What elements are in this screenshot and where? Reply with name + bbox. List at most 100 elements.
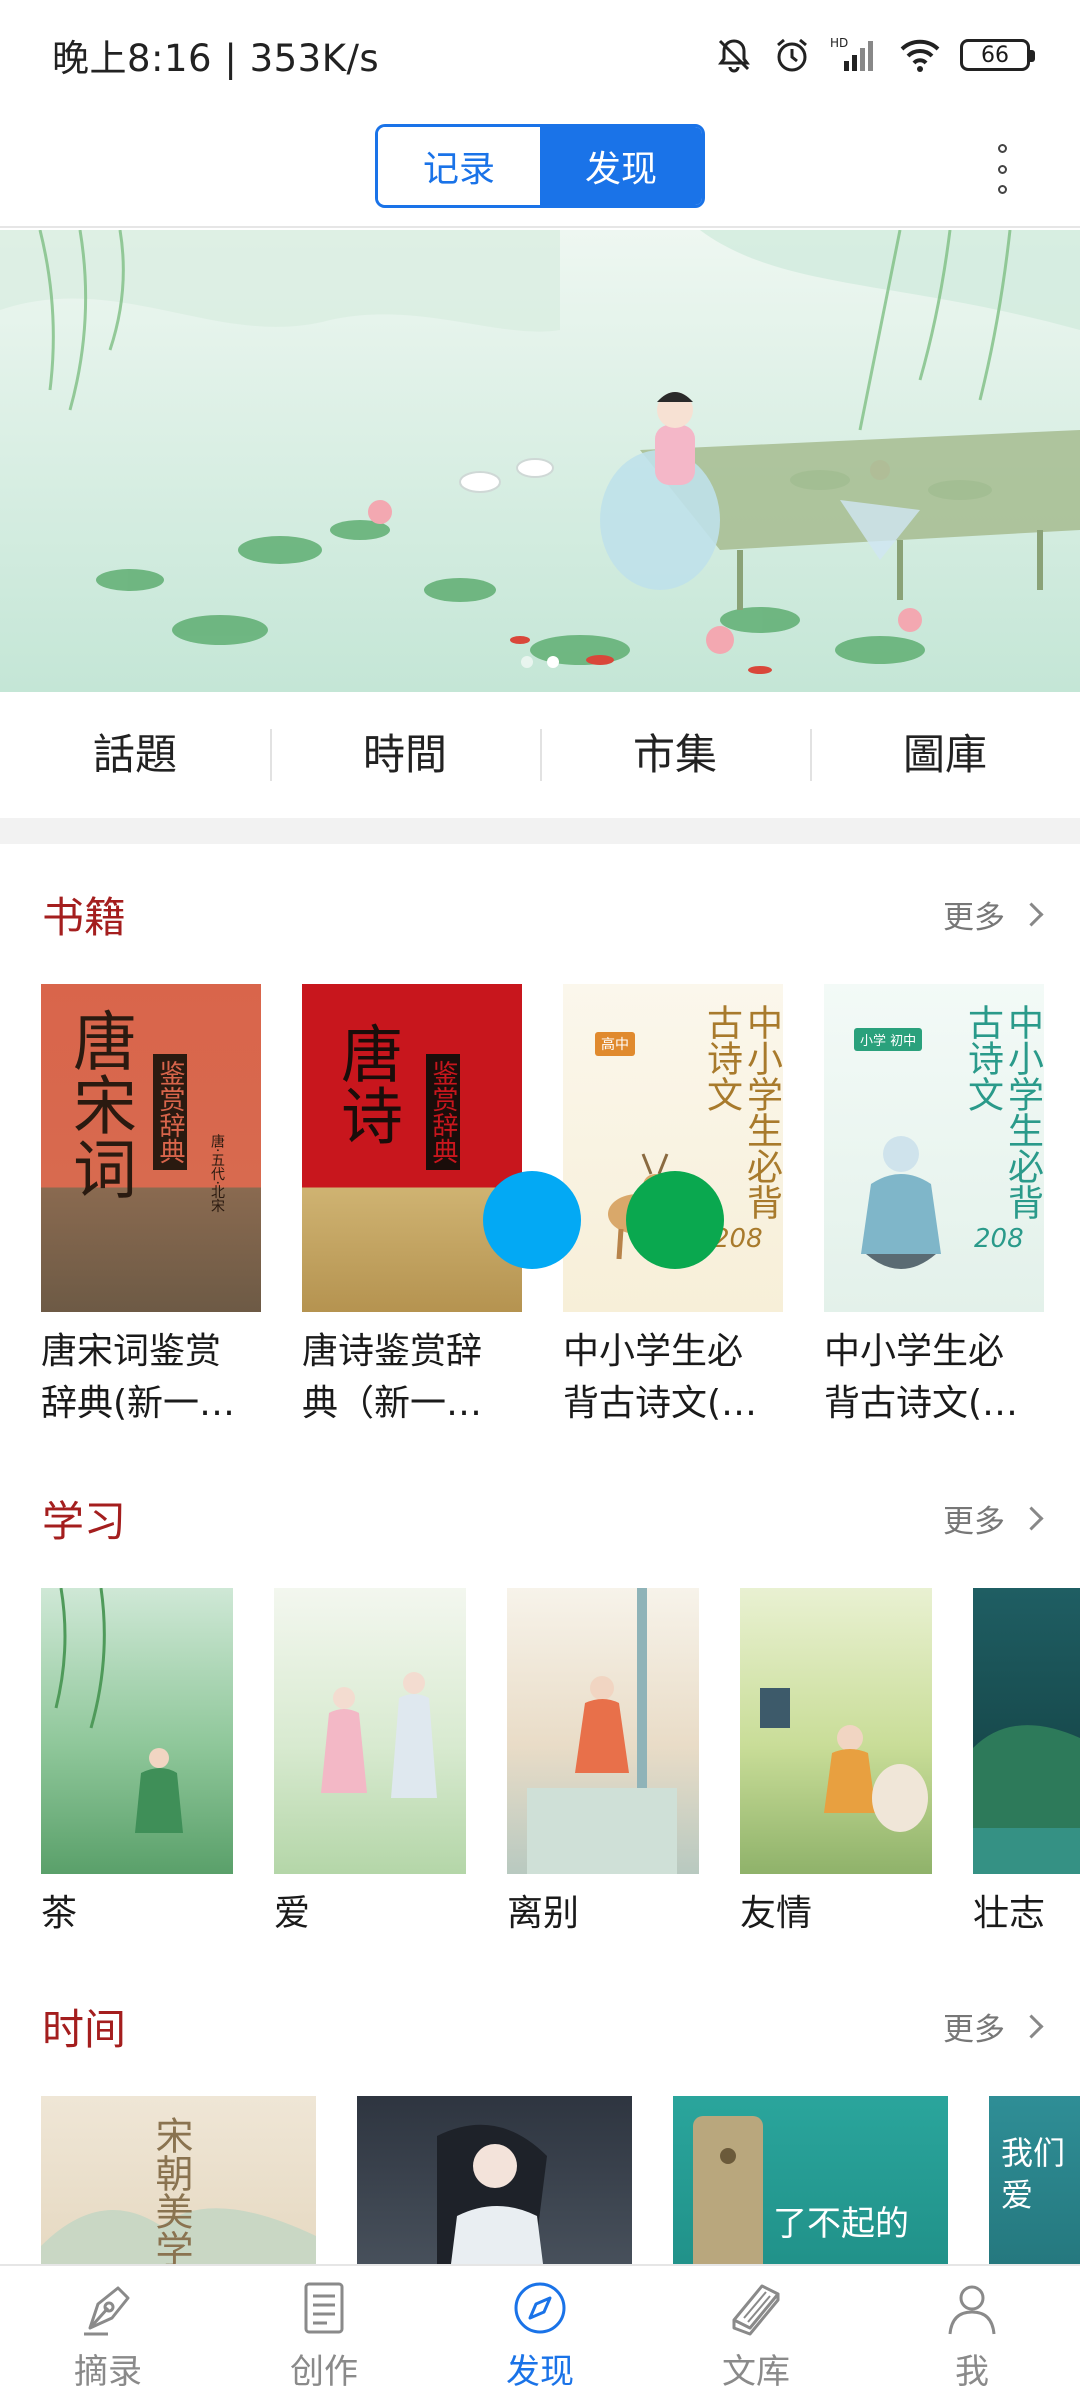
more-options-icon[interactable] [996, 144, 1008, 194]
nav-label: 创作 [290, 2352, 358, 2392]
banner-dot[interactable] [521, 656, 533, 668]
book-cover: 唐诗 鉴赏辞典 [302, 984, 522, 1312]
time-card[interactable]: 我们爱 [989, 2096, 1080, 2264]
cover-tag: 小学 初中 [854, 1028, 923, 1051]
study-title: 离别 [507, 1893, 580, 1934]
time-card[interactable] [357, 2096, 632, 2264]
time-cover: 了不起的 [673, 2096, 948, 2264]
study-card[interactable]: 壮志 [973, 1588, 1080, 1940]
study-cover [274, 1588, 466, 1874]
study-cover [973, 1588, 1080, 1874]
study-more-link[interactable]: 更多 [943, 1496, 1044, 1541]
study-cover [507, 1588, 699, 1874]
time-section-header: 时间 更多 [0, 1996, 1080, 2066]
category-time[interactable]: 時間 [270, 727, 540, 783]
time-more-label: 更多 [943, 2012, 1005, 2048]
book-title: 中小学生必 背古诗文(… [563, 1326, 783, 1430]
books-more-label: 更多 [943, 900, 1005, 936]
nav-library[interactable]: 文库 [648, 2266, 864, 2400]
compass-icon [510, 2278, 570, 2338]
nav-label: 摘录 [74, 2352, 142, 2392]
cover-title: 宋朝美学 [149, 2116, 193, 2264]
cover-title: 中小学生必背古诗文 [962, 1004, 1043, 1220]
study-card[interactable]: 爱 [274, 1588, 466, 1940]
chevron-right-icon [1019, 2014, 1044, 2039]
cover-title: 唐宋词 [62, 1008, 136, 1200]
time-card[interactable]: 宋朝美学 [41, 2096, 316, 2264]
study-title: 茶 [41, 1893, 78, 1934]
bottom-nav: 摘录 创作 发现 文库 我 [0, 2264, 1080, 2400]
study-card[interactable]: 茶 [41, 1588, 233, 1940]
alarm-icon [772, 35, 812, 75]
floating-blue-dot[interactable] [483, 1171, 581, 1269]
top-header: 记录 发现 [0, 110, 1080, 228]
study-title: 壮志 [973, 1893, 1046, 1934]
nav-me[interactable]: 我 [864, 2266, 1080, 2400]
pen-nib-icon [78, 2278, 138, 2338]
time-more-link[interactable]: 更多 [943, 2004, 1044, 2049]
record-discover-toggle: 记录 发现 [375, 124, 705, 208]
book-title: 唐宋词鉴赏 辞典(新一… [41, 1326, 261, 1430]
cover-title: 唐诗 [330, 1022, 403, 1146]
document-icon [294, 2278, 354, 2338]
time-cover: 宋朝美学 [41, 2096, 316, 2264]
study-more-label: 更多 [943, 1504, 1005, 1540]
couple-illustration [321, 1672, 437, 1798]
study-cover [41, 1588, 233, 1874]
status-icons: HD 66 [714, 35, 1035, 75]
banner-illustration [0, 230, 1080, 692]
category-gallery[interactable]: 圖庫 [810, 727, 1080, 783]
category-tabs: 話題 時間 市集 圖庫 [0, 692, 1080, 818]
tea-illustration [54, 1588, 183, 1833]
study-title: 爱 [274, 1893, 311, 1934]
book-cover: 唐宋词 鉴赏辞典 唐·五代·北宋 [41, 984, 261, 1312]
ancient-lady-illustration [437, 2124, 547, 2264]
tab-record[interactable]: 记录 [378, 127, 540, 205]
nav-label: 发现 [506, 2352, 574, 2392]
study-section-title: 学习 [42, 1497, 127, 1546]
mute-bell-icon [714, 35, 754, 75]
nav-label: 我 [955, 2352, 989, 2392]
cover-title: 了不起的 [773, 2204, 909, 2244]
books-section-title: 书籍 [42, 893, 127, 942]
category-topics[interactable]: 話題 [0, 727, 270, 783]
book-card[interactable]: 小学 初中 中小学生必背古诗文 208 中小学生必背古诗文(… [824, 984, 1044, 1430]
books-section-header: 书籍 更多 [0, 884, 1080, 954]
section-divider [0, 818, 1080, 844]
book-title-line: 中小学生必 [824, 1331, 1005, 1372]
cover-subtitle: 唐·五代·北宋 [209, 1134, 225, 1213]
study-card[interactable]: 友情 [740, 1588, 932, 1940]
books-icon [726, 2278, 786, 2338]
status-bar: 晚上8:16 | 353K/s HD 66 [0, 0, 1080, 110]
floating-green-dot[interactable] [626, 1171, 724, 1269]
study-cover [740, 1588, 932, 1874]
books-more-link[interactable]: 更多 [943, 892, 1044, 937]
signal-hd-icon: HD [830, 35, 880, 75]
book-title-line: 背古诗文(… [824, 1383, 1019, 1424]
time-cover: 我们爱 [989, 2096, 1080, 2264]
nav-create[interactable]: 创作 [216, 2266, 432, 2400]
person-icon [942, 2278, 1002, 2338]
book-cover: 小学 初中 中小学生必背古诗文 208 [824, 984, 1044, 1312]
battery-level: 66 [981, 42, 1009, 68]
banner-pager [0, 656, 1080, 668]
chevron-right-icon [1019, 902, 1044, 927]
category-market[interactable]: 市集 [540, 727, 810, 783]
nav-excerpt[interactable]: 摘录 [0, 2266, 216, 2400]
battery-icon: 66 [960, 39, 1035, 71]
cover-seal: 鉴赏辞典 [153, 1054, 187, 1170]
book-card[interactable]: 唐宋词 鉴赏辞典 唐·五代·北宋 唐宋词鉴赏 辞典(新一… [41, 984, 261, 1430]
cover-number: 208 [974, 1224, 1024, 1254]
wifi-icon [898, 35, 942, 75]
reader-illustration [527, 1588, 677, 1874]
landscape-illustration [973, 1725, 1080, 1874]
time-card[interactable]: 了不起的 [673, 2096, 948, 2264]
nav-discover[interactable]: 发现 [432, 2266, 648, 2400]
banner-carousel[interactable] [0, 230, 1080, 692]
book-title: 中小学生必背古诗文(… [824, 1326, 1044, 1430]
banner-dot-active[interactable] [547, 656, 559, 668]
friend-illustration [760, 1688, 928, 1832]
nav-label: 文库 [722, 2352, 790, 2392]
study-card[interactable]: 离别 [507, 1588, 699, 1940]
tab-discover[interactable]: 发现 [540, 127, 702, 205]
